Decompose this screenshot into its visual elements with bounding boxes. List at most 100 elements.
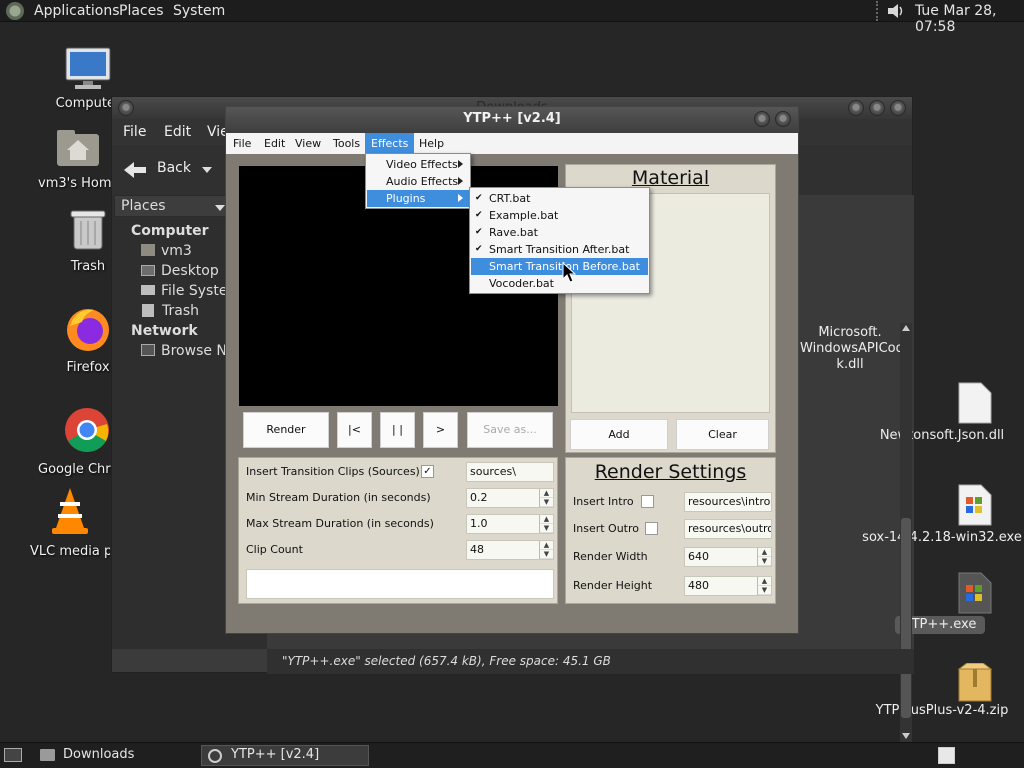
file-label: YTP++.exe bbox=[903, 617, 977, 632]
menu-item-video-effects[interactable]: Video Effects bbox=[367, 156, 469, 173]
taskbar-item-ytp[interactable]: YTP++ [v2.4] bbox=[201, 745, 369, 766]
home-folder-icon bbox=[141, 244, 155, 256]
system-menu[interactable]: System bbox=[173, 3, 225, 19]
step-up-icon[interactable]: ▲ bbox=[540, 489, 553, 498]
plugin-item-smart-transition-after[interactable]: ✔ Smart Transition After.bat bbox=[471, 241, 648, 258]
step-down-icon[interactable]: ▼ bbox=[758, 586, 771, 595]
insert-intro-checkbox[interactable] bbox=[641, 495, 654, 508]
show-desktop-icon[interactable] bbox=[4, 748, 22, 762]
min-duration-stepper[interactable]: ▲ ▼ bbox=[539, 489, 553, 507]
plugin-item-rave[interactable]: ✔ Rave.bat bbox=[471, 224, 648, 241]
step-down-icon[interactable]: ▼ bbox=[758, 557, 771, 566]
file-label: sox-14.4.2.18-win32.exe bbox=[862, 530, 1022, 545]
exe-file-icon bbox=[958, 572, 992, 614]
fm-menu-file[interactable]: File bbox=[123, 124, 146, 140]
min-duration-field[interactable]: 0.2 ▲ ▼ bbox=[466, 488, 554, 508]
desktop-icon-vlc[interactable]: VLC media player bbox=[30, 486, 110, 559]
step-down-icon[interactable]: ▼ bbox=[540, 524, 553, 533]
outro-path-field[interactable]: resources\outro.mp4 bbox=[684, 519, 772, 539]
add-button[interactable]: Add bbox=[570, 419, 668, 450]
step-up-icon[interactable]: ▲ bbox=[540, 541, 553, 550]
ytp-menu-help[interactable]: Help bbox=[415, 133, 448, 154]
applications-menu[interactable]: Applications bbox=[34, 3, 120, 19]
play-button[interactable]: > bbox=[423, 412, 458, 448]
render-button[interactable]: Render bbox=[243, 412, 329, 448]
scroll-up-icon[interactable] bbox=[902, 325, 910, 331]
vlc-icon bbox=[52, 488, 88, 534]
plugin-item-vocoder[interactable]: Vocoder.bat bbox=[471, 275, 648, 292]
speaker-icon[interactable] bbox=[886, 2, 906, 20]
back-button[interactable]: Back bbox=[120, 155, 220, 185]
clip-count-field[interactable]: 48 ▲ ▼ bbox=[466, 540, 554, 560]
file-item[interactable]: Newtonsoft.Json.dll bbox=[842, 428, 1024, 443]
main-menu-logo-icon[interactable] bbox=[6, 2, 24, 20]
max-duration-value: 1.0 bbox=[470, 517, 488, 530]
render-height-stepper[interactable]: ▲ ▼ bbox=[757, 577, 771, 595]
ytp-menu-edit[interactable]: Edit bbox=[260, 133, 289, 154]
first-frame-button[interactable]: |< bbox=[337, 412, 372, 448]
close-icon[interactable] bbox=[890, 100, 906, 116]
plugin-item-example[interactable]: ✔ Example.bat bbox=[471, 207, 648, 224]
places-menu[interactable]: Places bbox=[119, 3, 164, 19]
minimize-icon[interactable] bbox=[848, 100, 864, 116]
sidebar-header-network: Network bbox=[131, 323, 198, 339]
pause-button[interactable]: | | bbox=[380, 412, 415, 448]
plugin-item-smart-transition-before[interactable]: Smart Transition Before.bat bbox=[471, 258, 648, 275]
save-as-button[interactable]: Save as... bbox=[467, 412, 553, 448]
file-item[interactable]: YTPPlusPlus-v2-4.zip bbox=[832, 703, 1024, 718]
ytp-menu-view[interactable]: View bbox=[291, 133, 325, 154]
fm-menu-edit[interactable]: Edit bbox=[164, 124, 191, 140]
menu-item-plugins[interactable]: Plugins bbox=[367, 190, 469, 207]
plugin-label: Vocoder.bat bbox=[489, 277, 554, 290]
file-item[interactable]: sox-14.4.2.18-win32.exe bbox=[827, 530, 1024, 545]
ytp-menu-file[interactable]: File bbox=[229, 133, 255, 154]
ytp-window: YTP++ [v2.4] File Edit View Tools Effect… bbox=[225, 106, 799, 634]
plugin-item-crt[interactable]: ✔ CRT.bat bbox=[471, 190, 648, 207]
render-width-stepper[interactable]: ▲ ▼ bbox=[757, 548, 771, 566]
window-menu-icon[interactable] bbox=[118, 100, 134, 116]
menu-item-label: Video Effects bbox=[386, 158, 458, 171]
clip-count-stepper[interactable]: ▲ ▼ bbox=[539, 541, 553, 559]
menu-item-label: Plugins bbox=[386, 192, 426, 205]
file-label-line: k.dll bbox=[836, 357, 864, 372]
close-icon[interactable] bbox=[775, 111, 791, 127]
checkmark-icon: ✔ bbox=[475, 244, 483, 254]
submenu-arrow-icon bbox=[458, 194, 463, 202]
menu-item-audio-effects[interactable]: Audio Effects bbox=[367, 173, 469, 190]
max-duration-stepper[interactable]: ▲ ▼ bbox=[539, 515, 553, 533]
file-label-line: WindowsAPICodePac bbox=[800, 341, 900, 356]
clear-button[interactable]: Clear bbox=[676, 419, 769, 450]
ytp-titlebar[interactable]: YTP++ [v2.4] bbox=[226, 107, 798, 133]
insert-outro-checkbox[interactable] bbox=[645, 522, 658, 535]
checkmark-icon: ✔ bbox=[475, 227, 483, 237]
sidebar-item-label: Desktop bbox=[161, 263, 219, 279]
step-up-icon[interactable]: ▲ bbox=[758, 577, 771, 586]
max-duration-field[interactable]: 1.0 ▲ ▼ bbox=[466, 514, 554, 534]
step-up-icon[interactable]: ▲ bbox=[540, 515, 553, 524]
top-panel: Applications Places System Tue Mar 28, 0… bbox=[0, 0, 1024, 35]
step-down-icon[interactable]: ▼ bbox=[540, 498, 553, 507]
plugin-label: CRT.bat bbox=[489, 192, 531, 205]
maximize-icon[interactable] bbox=[869, 100, 885, 116]
minimize-icon[interactable] bbox=[754, 111, 770, 127]
render-width-field[interactable]: 640 ▲ ▼ bbox=[684, 547, 772, 567]
step-up-icon[interactable]: ▲ bbox=[758, 548, 771, 557]
chevron-down-icon[interactable] bbox=[202, 166, 212, 174]
workspace-switcher[interactable] bbox=[938, 747, 955, 764]
ytp-menu-effects[interactable]: Effects bbox=[365, 133, 415, 154]
scrollbar[interactable] bbox=[900, 323, 912, 743]
scroll-down-icon[interactable] bbox=[902, 733, 910, 739]
intro-path-field[interactable]: resources\intro.mp4 bbox=[684, 492, 772, 512]
file-item[interactable]: Microsoft. WindowsAPICodePac k.dll bbox=[800, 325, 900, 373]
insert-transition-checkbox[interactable]: ✓ bbox=[421, 465, 434, 478]
taskbar-item-downloads[interactable]: Downloads bbox=[34, 745, 199, 766]
clock[interactable]: Tue Mar 28, 07:58 bbox=[915, 3, 1024, 35]
desktop-icon-home[interactable]: vm3's Home bbox=[38, 128, 118, 191]
places-dropdown[interactable]: Places bbox=[114, 195, 229, 217]
step-down-icon[interactable]: ▼ bbox=[540, 550, 553, 559]
render-height-field[interactable]: 480 ▲ ▼ bbox=[684, 576, 772, 596]
scrollbar-thumb[interactable] bbox=[901, 518, 911, 718]
sources-field[interactable]: sources\ bbox=[466, 462, 554, 482]
ytp-menu-tools[interactable]: Tools bbox=[329, 133, 364, 154]
plugin-label: Smart Transition After.bat bbox=[489, 243, 630, 256]
